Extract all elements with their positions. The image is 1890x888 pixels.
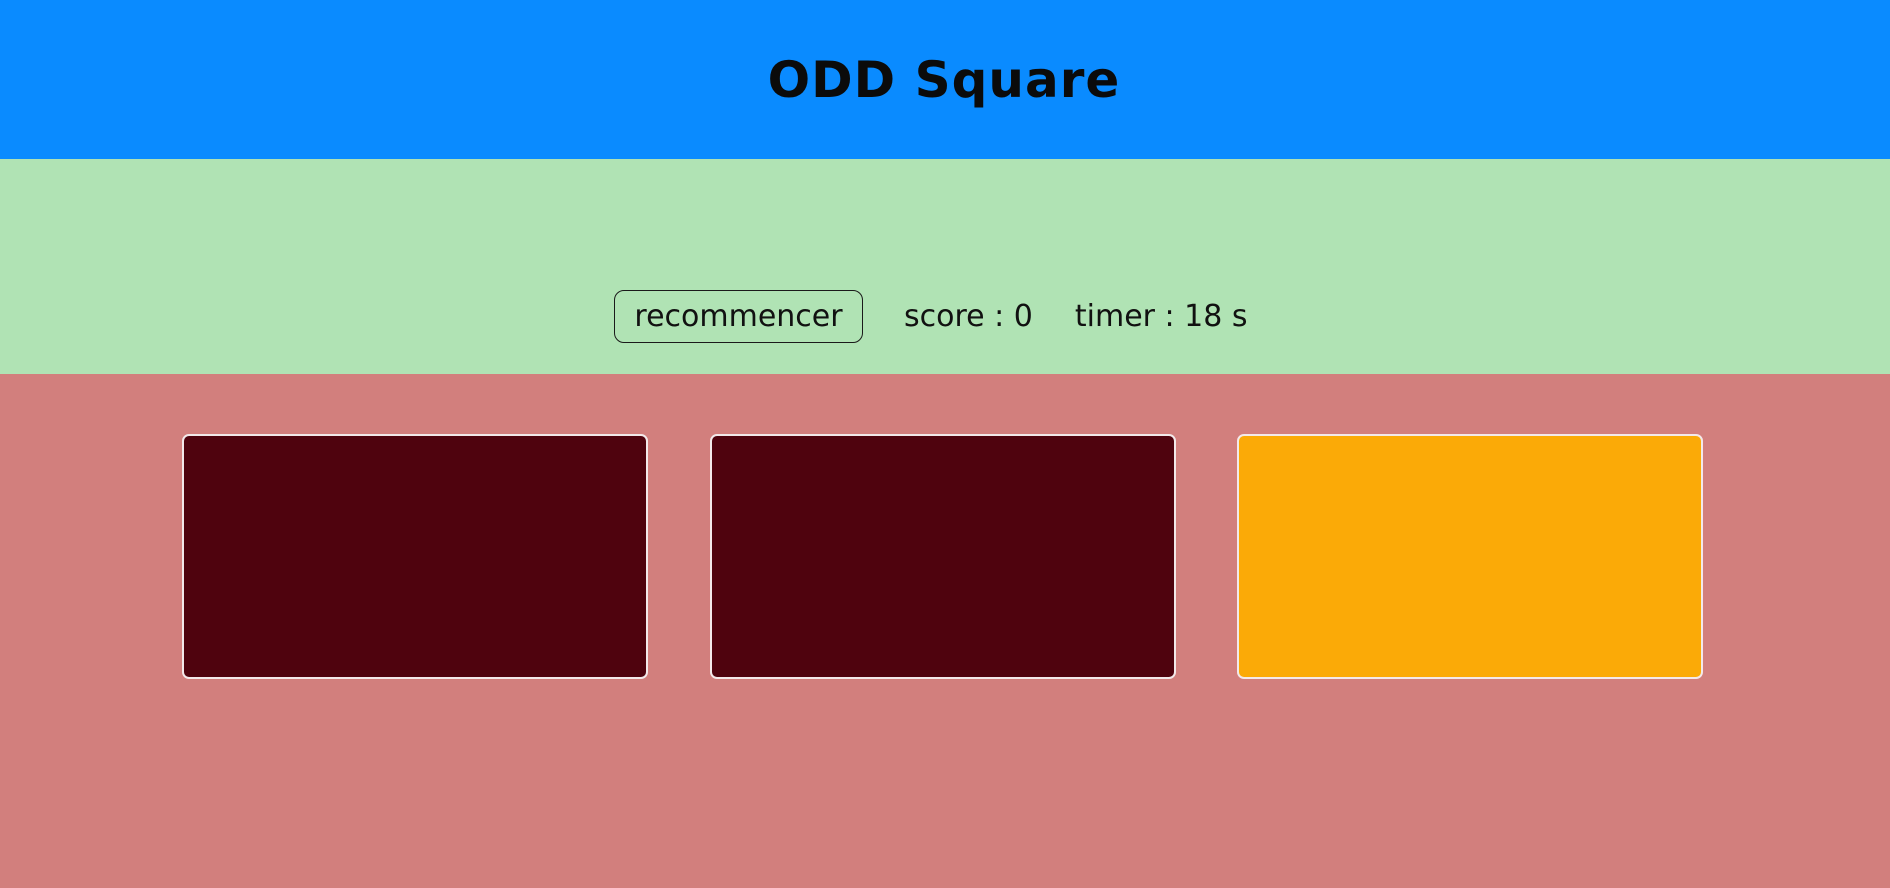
controls-row: recommencer score : 0 timer : 18 s bbox=[614, 289, 1248, 344]
restart-button[interactable]: recommencer bbox=[614, 290, 863, 343]
score-display: score : 0 bbox=[904, 299, 1033, 334]
controls-panel: recommencer score : 0 timer : 18 s bbox=[0, 159, 1890, 374]
timer-display: timer : 18 s bbox=[1074, 299, 1248, 334]
page-title: ODD Square bbox=[767, 50, 1121, 109]
header-bar: ODD Square bbox=[0, 0, 1890, 159]
square-2[interactable] bbox=[710, 434, 1176, 679]
square-3[interactable] bbox=[1237, 434, 1703, 679]
game-board bbox=[0, 374, 1890, 888]
square-1[interactable] bbox=[182, 434, 648, 679]
